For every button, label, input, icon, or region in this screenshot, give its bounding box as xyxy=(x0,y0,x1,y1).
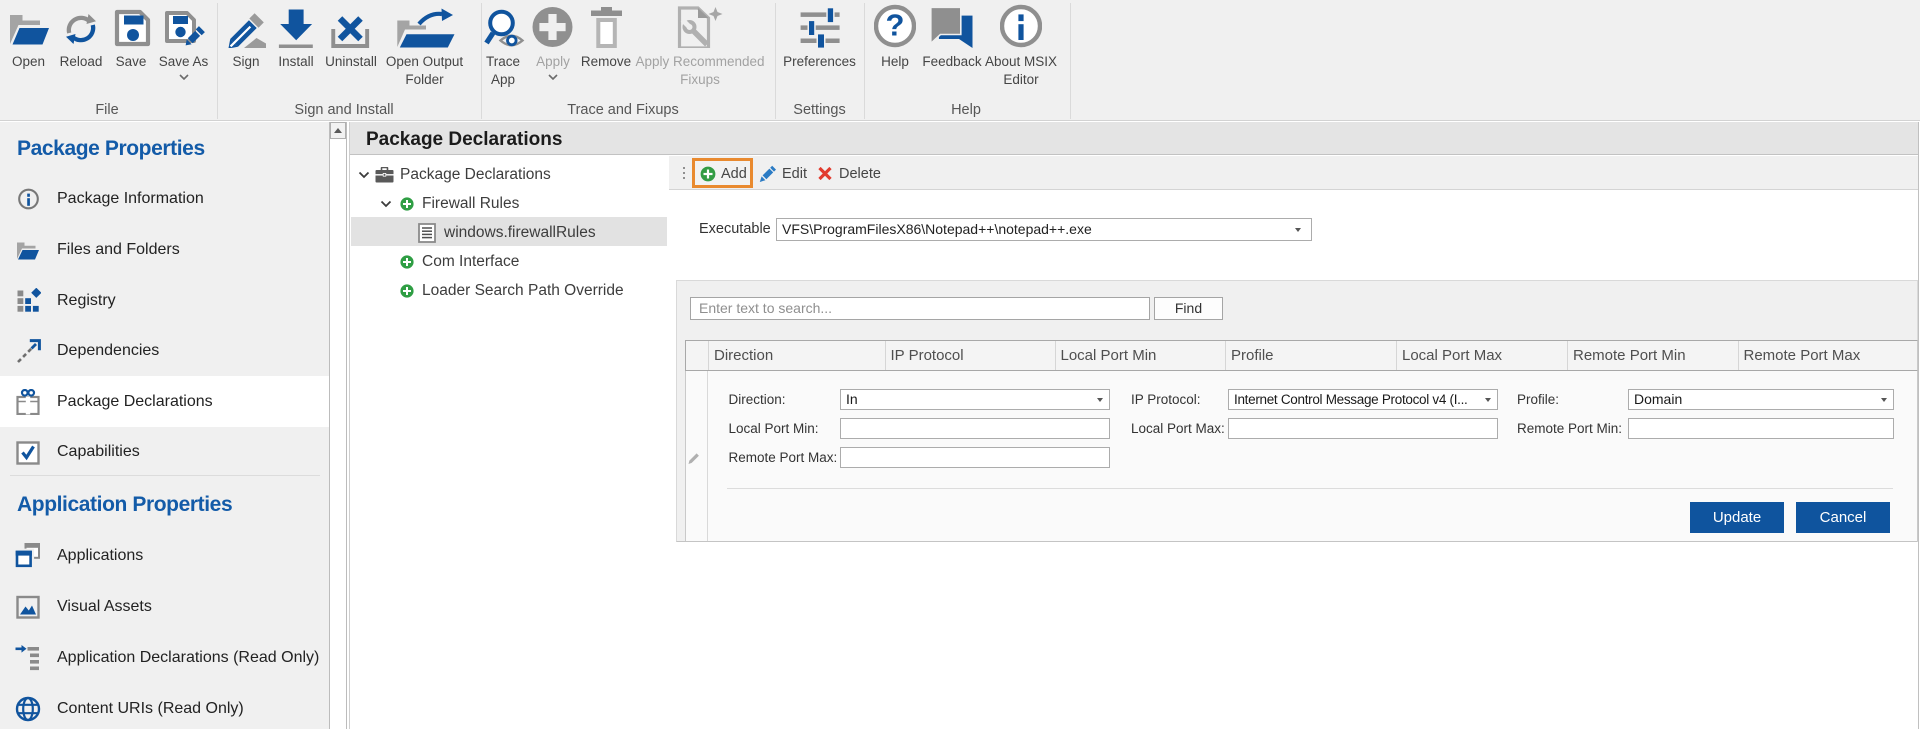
svg-text:?: ? xyxy=(886,8,905,43)
